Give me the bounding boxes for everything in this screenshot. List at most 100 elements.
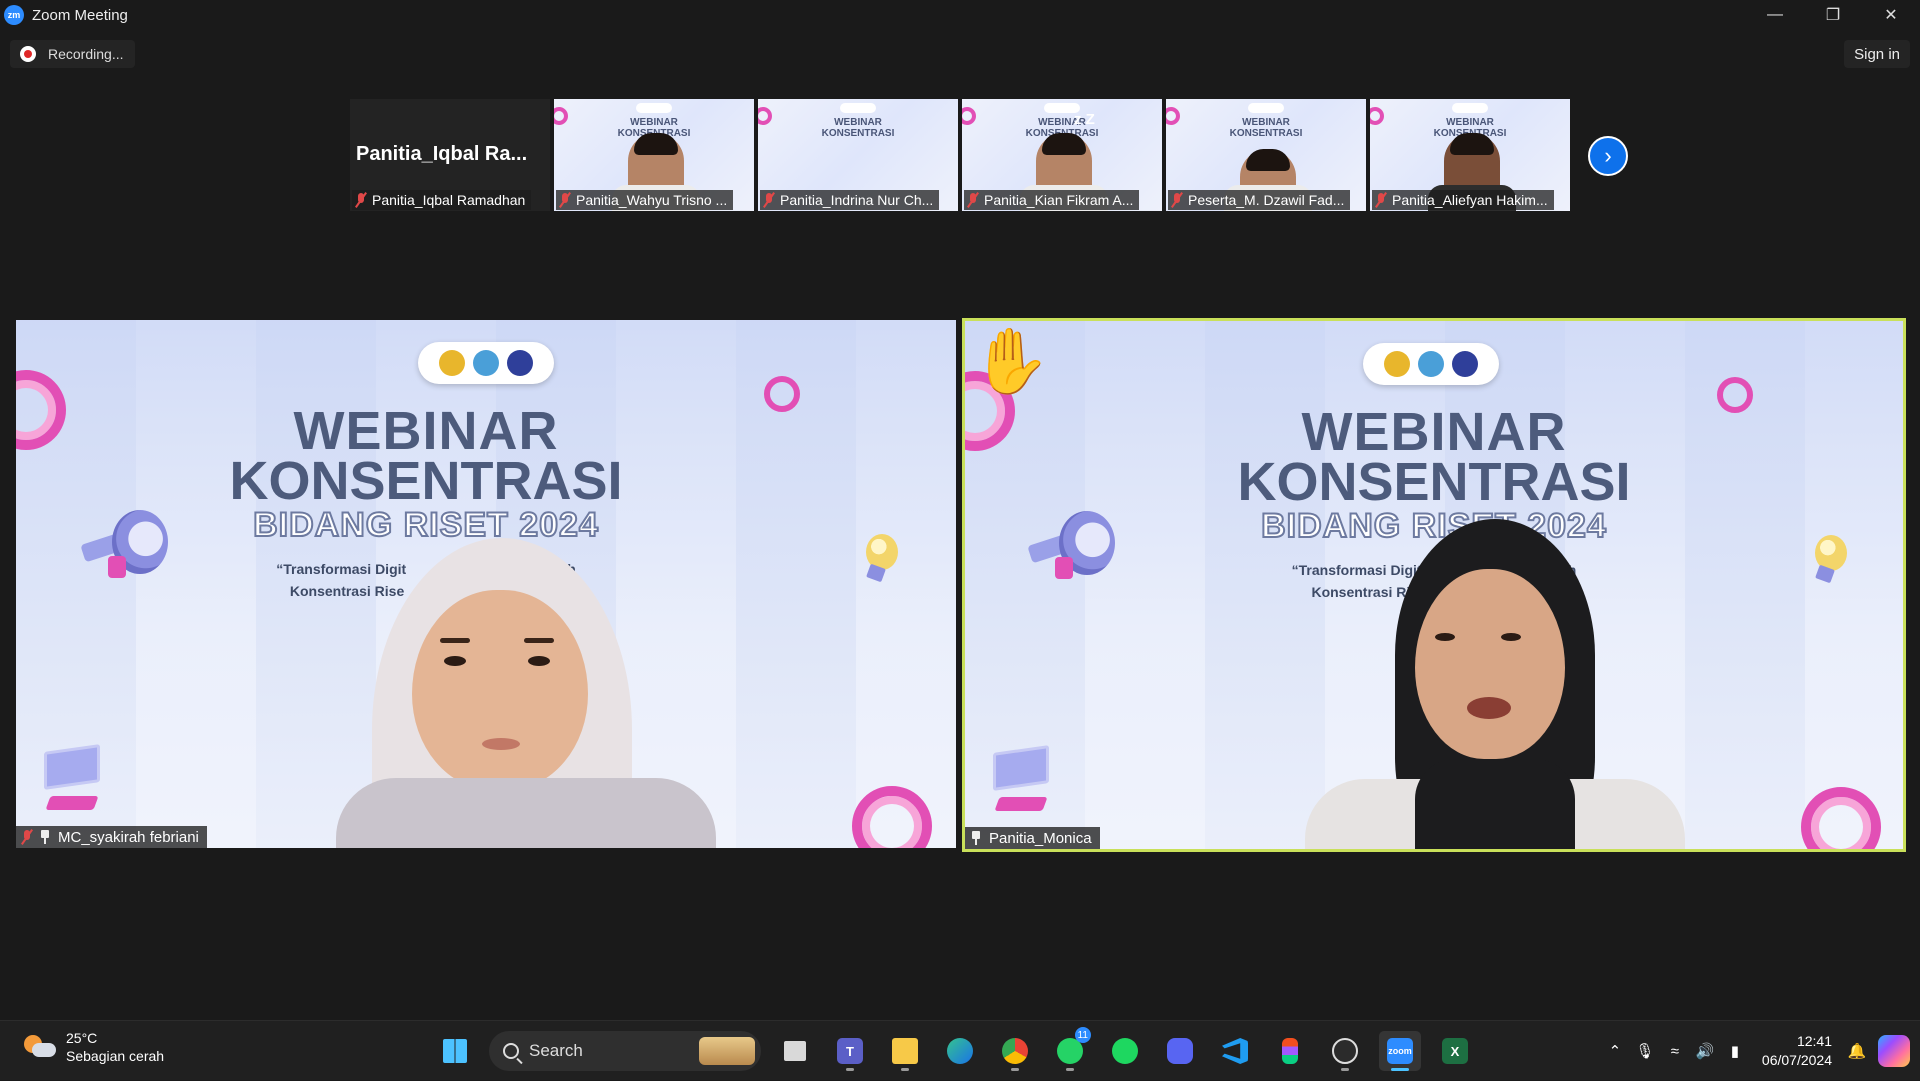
weather-widget[interactable]: 25°C Sebagian cerah [24, 1029, 164, 1065]
participant-video [1285, 519, 1705, 849]
search-highlight-icon [699, 1037, 755, 1065]
window-title: Zoom Meeting [32, 6, 128, 24]
search-icon [503, 1043, 519, 1059]
search-bar[interactable]: Search [489, 1031, 761, 1071]
copilot-icon[interactable] [1878, 1035, 1910, 1067]
taskbar-app-obs[interactable] [1324, 1031, 1366, 1071]
folder-icon [892, 1038, 918, 1064]
start-button[interactable] [434, 1031, 476, 1071]
participant-display-name: Panitia_Iqbal Ra... [356, 143, 528, 165]
windows-icon [443, 1039, 467, 1063]
participant-video [336, 538, 716, 848]
swirl-decoration-icon [764, 376, 800, 412]
notification-bell-icon[interactable]: 🔔 [1842, 1036, 1872, 1066]
weather-desc: Sebagian cerah [66, 1048, 165, 1064]
participant-name-tag: Panitia_Kian Fikram A... [964, 190, 1140, 210]
participant-tile[interactable]: WEBINAR KONSENTRASI Peserta_M. Dzawil Fad… [1166, 99, 1366, 211]
main-video-tile[interactable]: WEBINAR KONSENTRASI BIDANG RISET 2024 “T… [16, 320, 956, 848]
teams-icon: T [837, 1038, 863, 1064]
task-view-icon [784, 1041, 806, 1061]
windows-taskbar: 25°C Sebagian cerah Search T 11 zoom X ⌃… [0, 1020, 1920, 1080]
participant-name: MC_syakirah febriani [58, 828, 199, 846]
taskbar-app-edge[interactable] [939, 1031, 981, 1071]
recording-label: Recording... [48, 46, 124, 62]
participant-name: Panitia_Indrina Nur Ch... [780, 192, 934, 208]
mic-muted-icon [1376, 193, 1386, 207]
taskbar-apps: Search T 11 zoom X [434, 1027, 1476, 1071]
pin-icon [971, 831, 981, 845]
mic-muted-icon [560, 193, 570, 207]
megaphone-icon [1027, 511, 1119, 581]
taskbar-app-teams[interactable]: T [829, 1031, 871, 1071]
participant-tile[interactable]: Panitia_Iqbal Ra... Panitia_Iqbal Ramadh… [350, 99, 550, 211]
microphone-icon[interactable]: 🎙 [1630, 1036, 1660, 1066]
clock-time: 12:41 [1796, 1033, 1832, 1049]
battery-icon[interactable]: ▮ [1720, 1036, 1750, 1066]
participant-name: Panitia_Kian Fikram A... [984, 192, 1134, 208]
active-speaker-tile[interactable]: WEBINAR KONSENTRASI BIDANG RISET 2024 “T… [962, 318, 1906, 852]
computer-icon [989, 745, 1059, 819]
participant-name: Panitia_Iqbal Ramadhan [372, 192, 526, 208]
mic-muted-icon [968, 193, 978, 207]
participant-name-tag: Panitia_Aliefyan Hakim... [1372, 190, 1554, 210]
taskbar-app-spotify[interactable] [1104, 1031, 1146, 1071]
computer-icon [40, 744, 110, 818]
participant-tile[interactable]: WEBINARKONSENTRASI Panitia_Wahyu Trisno … [554, 99, 754, 211]
slide-title: WEBINAR [1301, 402, 1567, 462]
taskbar-app-discord[interactable] [1159, 1031, 1201, 1071]
swirl-decoration-icon [1717, 377, 1753, 413]
participant-name: Peserta_M. Dzawil Fad... [1188, 192, 1345, 208]
taskbar-app-whatsapp[interactable]: 11 [1049, 1027, 1091, 1071]
lightbulb-icon [862, 534, 900, 586]
record-icon [20, 46, 36, 62]
sign-in-button[interactable]: Sign in [1844, 40, 1910, 68]
participant-name-tag: Panitia_Indrina Nur Ch... [760, 190, 940, 210]
next-page-chevron-icon[interactable]: › [1588, 136, 1628, 176]
participant-name: Panitia_Monica [989, 829, 1092, 847]
chrome-icon [1002, 1038, 1028, 1064]
slide-mini-title: WEBINARKONSENTRASI [1229, 117, 1303, 139]
wifi-icon[interactable]: ≈ [1660, 1036, 1690, 1066]
participant-name-tag: Panitia_Wahyu Trisno ... [556, 190, 734, 210]
participant-tile[interactable]: WEBINARKONSENTRASI z Z Panitia_Kian Fikr… [962, 99, 1162, 211]
taskbar-app-task-view[interactable] [774, 1031, 816, 1071]
volume-icon[interactable]: 🔊 [1690, 1036, 1720, 1066]
window-controls: — ❐ ✕ [1746, 0, 1920, 30]
title-bar: zm Zoom Meeting — ❐ ✕ [0, 0, 1920, 30]
discord-icon [1167, 1038, 1193, 1064]
notification-badge: 11 [1074, 1027, 1091, 1043]
edge-icon [947, 1038, 973, 1064]
restore-button[interactable]: ❐ [1804, 0, 1862, 30]
recording-indicator[interactable]: Recording... [10, 40, 136, 68]
zoom-icon: zoom [1387, 1038, 1413, 1064]
taskbar-app-vscode[interactable] [1214, 1031, 1256, 1071]
minimize-button[interactable]: — [1746, 0, 1804, 30]
participant-name-tag: Peserta_M. Dzawil Fad... [1168, 190, 1351, 210]
participant-name: Panitia_Aliefyan Hakim... [1392, 192, 1548, 208]
spotify-icon [1112, 1038, 1138, 1064]
lightbulb-icon [1811, 535, 1849, 587]
participant-name-tag: Panitia_Monica [965, 827, 1100, 849]
taskbar-app-file-explorer[interactable] [884, 1031, 926, 1071]
participant-name: Panitia_Wahyu Trisno ... [576, 192, 728, 208]
taskbar-app-figma[interactable] [1269, 1031, 1311, 1071]
pin-icon [40, 830, 50, 844]
obs-icon [1332, 1038, 1358, 1064]
participant-tile[interactable]: WEBINARKONSENTRASI Panitia_Aliefyan Haki… [1370, 99, 1570, 211]
taskbar-app-excel[interactable]: X [1434, 1031, 1476, 1071]
mic-muted-icon [1172, 193, 1182, 207]
weather-temp: 25°C [66, 1030, 98, 1046]
clock[interactable]: 12:41 06/07/2024 [1762, 1032, 1832, 1070]
mic-muted-icon [356, 193, 366, 207]
clock-date: 06/07/2024 [1761, 1052, 1832, 1068]
participant-filmstrip: Panitia_Iqbal Ra... Panitia_Iqbal Ramadh… [350, 99, 1570, 211]
taskbar-app-chrome[interactable] [994, 1031, 1036, 1071]
participant-name-tag: Panitia_Iqbal Ramadhan [352, 190, 532, 210]
participant-tile[interactable]: WEBINAR KONSENTRASI Panitia_Indrina Nur C… [758, 99, 958, 211]
taskbar-app-zoom[interactable]: zoom [1379, 1031, 1421, 1071]
zoom-logo-icon: zm [4, 5, 24, 25]
sleeping-indicator: z Z [1074, 111, 1095, 128]
chevron-up-icon[interactable]: ⌃ [1600, 1036, 1630, 1066]
search-label: Search [529, 1041, 583, 1060]
close-button[interactable]: ✕ [1862, 0, 1920, 30]
